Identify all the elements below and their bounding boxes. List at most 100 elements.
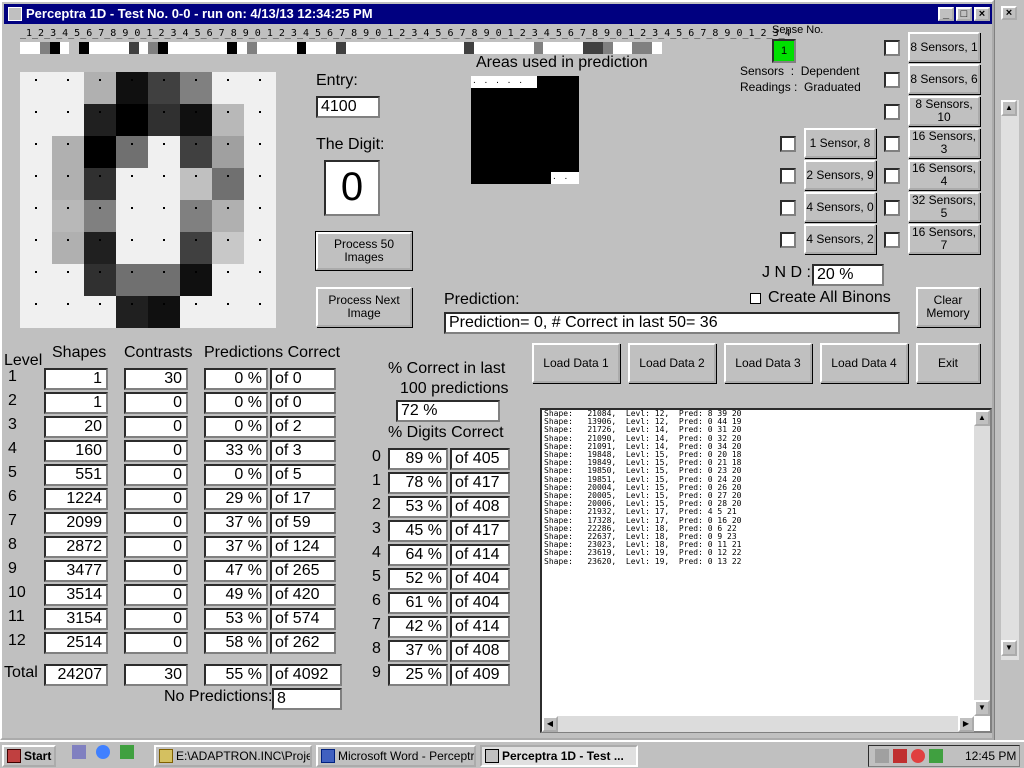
digit-pixel (52, 232, 84, 264)
sensor-strip-cell (474, 42, 485, 54)
sensor-strip-cell (612, 42, 623, 54)
sensor-strip-cell (444, 42, 455, 54)
button-8-sensors-10[interactable]: 8 Sensors, 10 (908, 96, 980, 126)
maximize-button[interactable]: □ (956, 7, 972, 21)
contrasts-header: Contrasts (124, 344, 193, 361)
quicklaunch-browser-icon[interactable] (96, 745, 110, 759)
shapes-header: Shapes (52, 344, 107, 361)
button-4-sensors-0[interactable]: 4 Sensors, 0 (804, 192, 876, 222)
checkbox-16-sensors-3[interactable] (884, 136, 900, 152)
clock[interactable]: 12:45 PM (965, 746, 1016, 766)
start-button[interactable]: Start (2, 745, 56, 767)
level-number: 6 (8, 488, 17, 505)
log-horizontal-scrollbar[interactable]: ◀ ▶ (542, 716, 974, 732)
areas-top-dots: . . . . . (471, 76, 537, 88)
background-scroll-up[interactable]: ▲ (1001, 100, 1017, 116)
background-scrollbar[interactable]: ▲ ▼ (1001, 100, 1019, 660)
create-all-binons-checkbox[interactable] (750, 293, 761, 304)
task-perceptra[interactable]: Perceptra 1D - Test ... (480, 745, 638, 767)
task-word-label: Microsoft Word - Perceptra... (338, 749, 476, 763)
digit-pixel (212, 72, 244, 104)
digit-total: of 404 (450, 568, 510, 590)
tray-network-icon[interactable] (875, 749, 889, 763)
digit-pixel (148, 104, 180, 136)
log-scroll-left[interactable]: ◀ (542, 716, 558, 732)
button-8-sensors-6[interactable]: 8 Sensors, 6 (908, 64, 980, 94)
sensor-strip-cell (503, 42, 514, 54)
load-data-4-button[interactable]: Load Data 4 (820, 343, 908, 383)
sensor-strip-cell (89, 42, 99, 54)
digit-total: of 408 (450, 640, 510, 662)
button-8-sensors-1[interactable]: 8 Sensors, 1 (908, 32, 980, 62)
sensor-strip (20, 42, 662, 54)
button-16-sensors-3[interactable]: 16 Sensors, 3 (908, 128, 980, 158)
digit-pixel (148, 232, 180, 264)
jnd-field[interactable]: 20 % (812, 264, 884, 286)
checkbox-4-sensors-0[interactable] (780, 200, 796, 216)
checkbox-32-sensors-5[interactable] (884, 200, 900, 216)
exit-button[interactable]: Exit (916, 343, 980, 383)
digit-pixel (52, 264, 84, 296)
tray-update-icon[interactable] (929, 749, 943, 763)
log-scroll-right[interactable]: ▶ (958, 716, 974, 732)
checkbox-8-sensors-10[interactable] (884, 104, 900, 120)
tray-security-icon[interactable] (893, 749, 907, 763)
button-16-sensors-7[interactable]: 16 Sensors, 7 (908, 224, 980, 254)
checkbox-16-sensors-4[interactable] (884, 168, 900, 184)
log-vertical-scrollbar[interactable]: ▲ ▼ (974, 410, 990, 716)
sensor-strip-cell (652, 42, 662, 54)
button-4-sensors-2[interactable]: 4 Sensors, 2 (804, 224, 876, 254)
prediction-log[interactable]: Shape: 21084, Levl: 12, Pred: 8 39 20 Sha… (540, 408, 992, 733)
entry-field[interactable]: 4100 (316, 96, 380, 118)
digit-pixel (52, 136, 84, 168)
button-2-sensors-9[interactable]: 2 Sensors, 9 (804, 160, 876, 190)
quicklaunch-channels-icon[interactable] (120, 745, 134, 759)
minimize-button[interactable]: _ (938, 7, 954, 21)
digit-number: 2 (372, 496, 381, 513)
tray-antivirus-icon[interactable] (911, 749, 925, 763)
digit-pixel (20, 264, 52, 296)
log-scroll-down[interactable]: ▼ (974, 700, 990, 716)
process-50-images-button[interactable]: Process 50 Images (315, 231, 413, 271)
background-scroll-down[interactable]: ▼ (1001, 640, 1017, 656)
load-data-1-button[interactable]: Load Data 1 (532, 343, 620, 383)
digit-number: 8 (372, 640, 381, 657)
prediction-total: of 5 (270, 464, 336, 486)
sensor-strip-cell (563, 42, 573, 54)
title-bar[interactable]: Perceptra 1D - Test No. 0-0 - run on: 4/… (4, 4, 992, 24)
quicklaunch-desktop-icon[interactable] (72, 745, 86, 759)
checkbox-1-sensor-8[interactable] (780, 136, 796, 152)
button-32-sensors-5[interactable]: 32 Sensors, 5 (908, 192, 980, 222)
checkbox-2-sensors-9[interactable] (780, 168, 796, 184)
load-data-2-button[interactable]: Load Data 2 (628, 343, 716, 383)
digit-pixel (84, 136, 116, 168)
checkbox-16-sensors-7[interactable] (884, 232, 900, 248)
process-next-image-button[interactable]: Process Next Image (316, 287, 412, 327)
sensor-strip-cell (385, 42, 396, 54)
sensor-strip-cell (424, 42, 435, 54)
no-predictions-label: No Predictions: (164, 688, 273, 705)
prediction-field[interactable]: Prediction= 0, # Correct in last 50= 36 (444, 312, 900, 334)
checkbox-8-sensors-1[interactable] (884, 40, 900, 56)
load-data-3-button[interactable]: Load Data 3 (724, 343, 812, 383)
button-16-sensors-4[interactable]: 16 Sensors, 4 (908, 160, 980, 190)
sensor-strip-cell (79, 42, 90, 54)
close-button[interactable]: × (974, 7, 990, 21)
contrasts-count: 0 (124, 584, 188, 606)
task-explorer-label: E:\ADAPTRON.INC\Proje... (176, 749, 312, 763)
checkbox-4-sensors-2[interactable] (780, 232, 796, 248)
sensor-strip-cell (434, 42, 445, 54)
task-explorer[interactable]: E:\ADAPTRON.INC\Proje... (154, 745, 312, 767)
digit-pixel (20, 136, 52, 168)
sensor-strip-cell (513, 42, 524, 54)
button-1-sensor-8[interactable]: 1 Sensor, 8 (804, 128, 876, 158)
log-scroll-up[interactable]: ▲ (974, 410, 990, 426)
digit-pixel (180, 104, 212, 136)
checkbox-8-sensors-6[interactable] (884, 72, 900, 88)
background-close-button[interactable]: × (1001, 6, 1017, 20)
system-tray: 12:45 PM (868, 745, 1020, 767)
level-number: 8 (8, 536, 17, 553)
clear-memory-button[interactable]: Clear Memory (916, 287, 980, 327)
task-word[interactable]: Microsoft Word - Perceptra... (316, 745, 476, 767)
sensor-strip-cell (49, 42, 60, 54)
